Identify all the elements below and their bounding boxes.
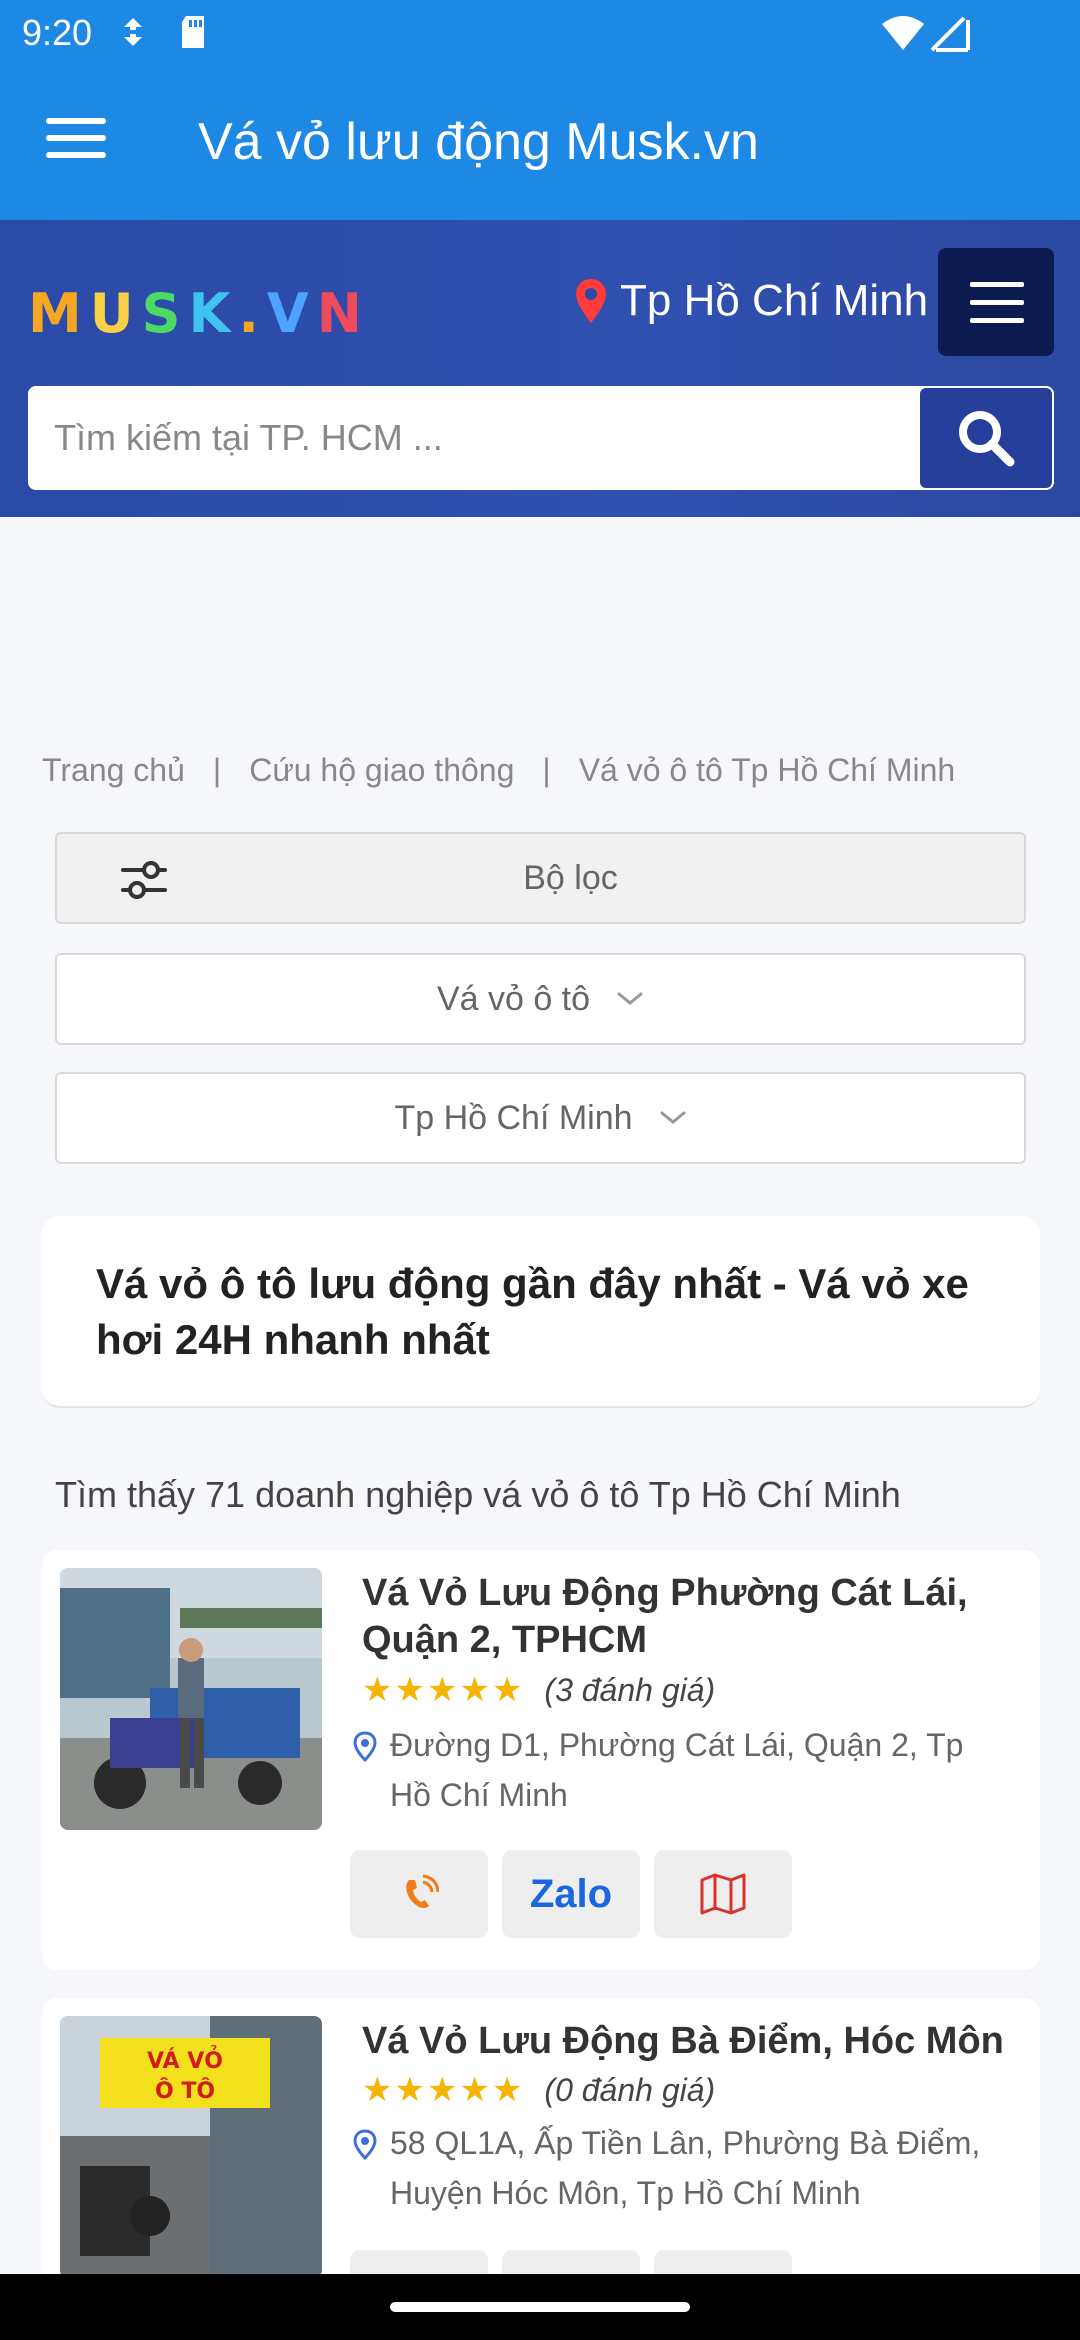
status-time: 9:20 bbox=[22, 12, 93, 53]
svg-text:MUSK.VN: MUSK.VN bbox=[28, 282, 358, 345]
breadcrumb-current[interactable]: Vá vỏ ô tô Tp Hồ Chí Minh bbox=[579, 752, 955, 789]
location-selector[interactable]: Tp Hồ Chí Minh bbox=[576, 276, 928, 326]
search-button[interactable] bbox=[918, 386, 1054, 490]
listing-card[interactable]: Vá Vỏ Lưu Động Phường Cát Lái, Quận 2, T… bbox=[42, 1550, 1040, 1970]
app-bar: Vá vỏ lưu động Musk.vn bbox=[0, 66, 1080, 220]
filter-label: Bộ lọc bbox=[523, 858, 618, 897]
breadcrumb-category[interactable]: Cứu hộ giao thông bbox=[249, 752, 514, 789]
listing-rating: ★★★★★ (0 đánh giá) bbox=[362, 2070, 715, 2110]
listing-photo[interactable] bbox=[60, 1568, 322, 1830]
home-gesture-handle[interactable] bbox=[390, 2302, 690, 2312]
listing-address: 58 QL1A, Ấp Tiền Lân, Phường Bà Điểm, Hu… bbox=[390, 2125, 981, 2211]
listing-name[interactable]: Vá Vỏ Lưu Động Bà Điểm, Hóc Môn bbox=[362, 2018, 1012, 2065]
location-pin-icon bbox=[353, 1731, 377, 1763]
sd-card-icon bbox=[182, 16, 204, 48]
star-rating: ★★★★★ bbox=[362, 2071, 525, 2109]
city-select[interactable]: Tp Hồ Chí Minh bbox=[55, 1072, 1026, 1164]
city-select-value: Tp Hồ Chí Minh bbox=[394, 1098, 633, 1137]
map-button[interactable] bbox=[654, 1850, 792, 1938]
chevron-down-icon bbox=[660, 1111, 686, 1124]
results-count: Tìm thấy 71 doanh nghiệp vá vỏ ô tô Tp H… bbox=[55, 1474, 901, 1515]
breadcrumb-home[interactable]: Trang chủ bbox=[42, 752, 185, 789]
sliders-icon bbox=[121, 861, 167, 899]
call-button[interactable] bbox=[350, 1850, 488, 1938]
phone-icon bbox=[406, 1874, 439, 1908]
listing-address: Đường D1, Phường Cát Lái, Quận 2, Tp Hồ … bbox=[390, 1727, 964, 1813]
system-navigation-bar bbox=[0, 2274, 1080, 2340]
wifi-icon bbox=[882, 16, 924, 50]
location-pin-icon bbox=[353, 2129, 377, 2161]
search-icon bbox=[959, 411, 1015, 467]
status-bar: 9:20 bbox=[0, 0, 1080, 66]
review-count: (3 đánh giá) bbox=[544, 1671, 716, 1708]
search-input[interactable] bbox=[28, 386, 918, 490]
search-box bbox=[28, 386, 1054, 490]
location-label: Tp Hồ Chí Minh bbox=[620, 276, 929, 325]
listing-photo[interactable]: VÁ VỎ Ô TÔ bbox=[60, 2016, 322, 2278]
star-rating: ★★★★★ bbox=[362, 1671, 525, 1709]
breadcrumb-separator: | bbox=[542, 752, 551, 788]
listing-rating: ★★★★★ (3 đánh giá) bbox=[362, 1670, 715, 1710]
map-pin-icon bbox=[576, 279, 606, 323]
sign-text: VÁ VỎ bbox=[147, 2046, 223, 2074]
service-select-value: Vá vỏ ô tô bbox=[436, 979, 591, 1018]
listing-name[interactable]: Vá Vỏ Lưu Động Phường Cát Lái, Quận 2, T… bbox=[362, 1570, 1012, 1664]
musk-logo[interactable]: MUSK.VN bbox=[28, 278, 358, 348]
svg-text:Ô TÔ: Ô TÔ bbox=[155, 2078, 215, 2104]
map-icon bbox=[700, 1873, 746, 1915]
hamburger-icon[interactable] bbox=[46, 118, 106, 166]
filter-button[interactable]: Bộ lọc bbox=[55, 832, 1026, 924]
page-title-card: Vá vỏ ô tô lưu động gần đây nhất - Vá vỏ… bbox=[42, 1216, 1040, 1408]
service-select[interactable]: Vá vỏ ô tô bbox=[55, 953, 1026, 1045]
review-count: (0 đánh giá) bbox=[544, 2071, 716, 2108]
data-saver-icon bbox=[124, 18, 142, 46]
breadcrumb: Trang chủ | Cứu hộ giao thông | Vá vỏ ô … bbox=[42, 752, 955, 789]
app-title: Vá vỏ lưu động Musk.vn bbox=[198, 113, 759, 171]
zalo-label: Zalo bbox=[529, 1871, 613, 1916]
site-header: MUSK.VN Tp Hồ Chí Minh bbox=[0, 220, 1080, 517]
breadcrumb-separator: | bbox=[212, 752, 222, 788]
site-menu-button[interactable] bbox=[938, 248, 1054, 356]
signal-icon bbox=[930, 16, 970, 52]
zalo-button[interactable]: Zalo bbox=[502, 1850, 640, 1938]
chevron-down-icon bbox=[617, 992, 643, 1005]
page-title: Vá vỏ ô tô lưu động gần đây nhất - Vá vỏ… bbox=[96, 1260, 969, 1363]
